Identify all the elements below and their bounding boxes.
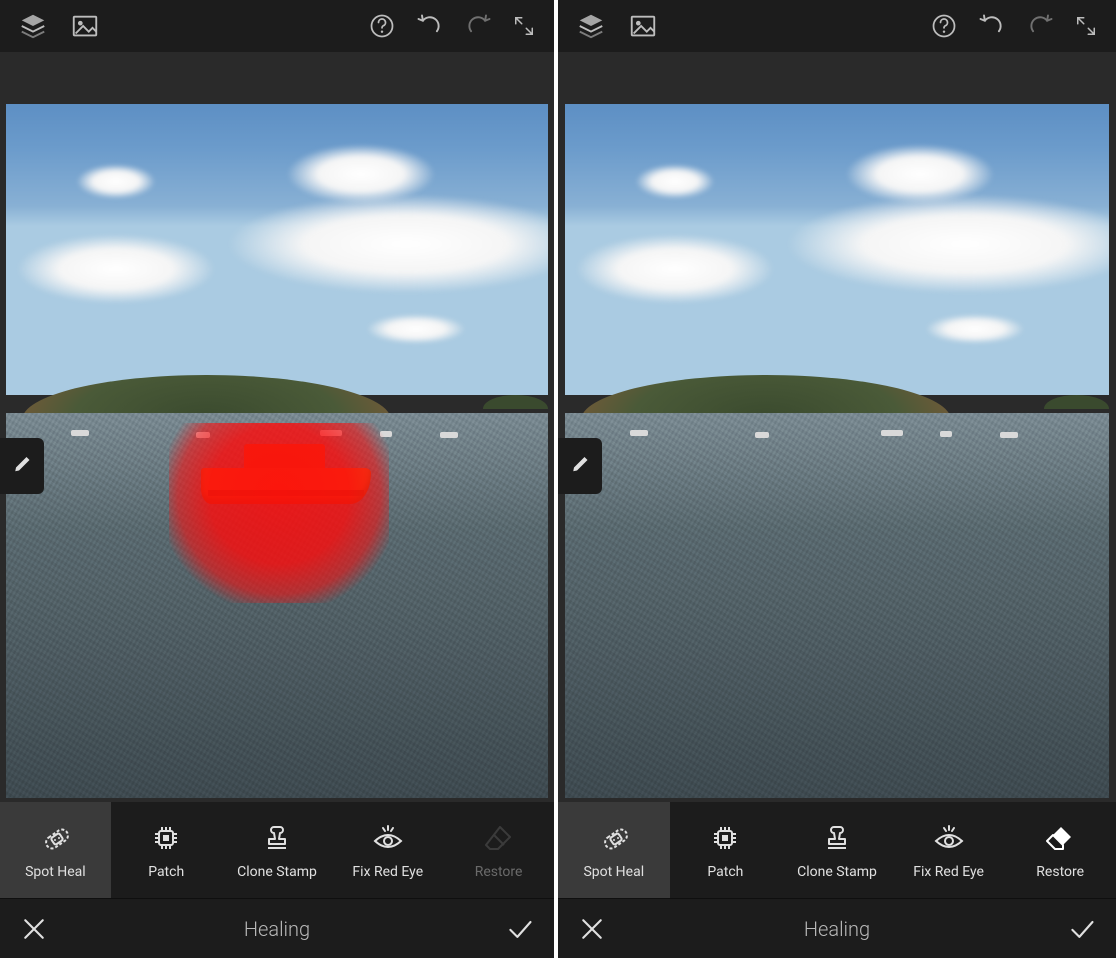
- top-toolbar: [0, 0, 554, 52]
- tool-fix-red-eye[interactable]: Fix Red Eye: [332, 802, 443, 898]
- stamp-icon: [820, 820, 854, 856]
- cancel-button[interactable]: [578, 915, 606, 943]
- bottom-bar: Healing: [558, 898, 1116, 958]
- chip-icon: [149, 820, 183, 856]
- tool-patch[interactable]: Patch: [111, 802, 222, 898]
- eraser-icon: [1043, 820, 1077, 856]
- eraser-icon: [482, 820, 516, 856]
- tool-label: Restore: [1036, 864, 1084, 880]
- redo-icon[interactable]: [1024, 12, 1058, 40]
- tool-spot-heal[interactable]: Spot Heal: [558, 802, 670, 898]
- bandage-icon: [38, 820, 72, 856]
- tool-label: Clone Stamp: [797, 864, 877, 880]
- stamp-icon: [260, 820, 294, 856]
- chip-icon: [708, 820, 742, 856]
- mode-title: Healing: [606, 917, 1068, 941]
- help-icon[interactable]: [930, 12, 958, 40]
- tool-clone-stamp[interactable]: Clone Stamp: [781, 802, 893, 898]
- redeye-icon: [371, 820, 405, 856]
- photo[interactable]: [6, 104, 548, 798]
- tool-label: Restore: [475, 864, 523, 880]
- tool-row: Spot Heal Patch Clone Stamp Fix Red Eye …: [0, 802, 554, 898]
- tool-label: Spot Heal: [25, 864, 86, 880]
- top-toolbar: [558, 0, 1116, 52]
- image-icon[interactable]: [70, 11, 100, 41]
- tool-patch[interactable]: Patch: [670, 802, 782, 898]
- expand-icon[interactable]: [512, 14, 536, 38]
- panel-right: Spot Heal Patch Clone Stamp Fix Red Eye …: [558, 0, 1116, 958]
- layers-icon[interactable]: [18, 11, 48, 41]
- tool-restore: Restore: [443, 802, 554, 898]
- photo[interactable]: [565, 104, 1109, 798]
- undo-icon[interactable]: [974, 12, 1008, 40]
- tool-restore[interactable]: Restore: [1004, 802, 1116, 898]
- bandage-icon: [597, 820, 631, 856]
- brush-settings-tab[interactable]: [0, 438, 44, 494]
- tool-label: Patch: [707, 864, 743, 880]
- boat-object: [201, 444, 371, 504]
- tool-label: Spot Heal: [583, 864, 644, 880]
- panel-left: Spot Heal Patch Clone Stamp Fix Red Eye …: [0, 0, 558, 958]
- expand-icon[interactable]: [1074, 14, 1098, 38]
- redeye-icon: [932, 820, 966, 856]
- undo-icon[interactable]: [412, 12, 446, 40]
- tool-label: Patch: [148, 864, 184, 880]
- tool-spot-heal[interactable]: Spot Heal: [0, 802, 111, 898]
- tool-clone-stamp[interactable]: Clone Stamp: [222, 802, 333, 898]
- confirm-button[interactable]: [506, 915, 534, 943]
- canvas[interactable]: [558, 52, 1116, 802]
- tool-row: Spot Heal Patch Clone Stamp Fix Red Eye …: [558, 802, 1116, 898]
- tool-fix-red-eye[interactable]: Fix Red Eye: [893, 802, 1005, 898]
- help-icon[interactable]: [368, 12, 396, 40]
- tool-label: Clone Stamp: [237, 864, 317, 880]
- tool-label: Fix Red Eye: [352, 864, 423, 880]
- image-icon[interactable]: [628, 11, 658, 41]
- bottom-bar: Healing: [0, 898, 554, 958]
- mode-title: Healing: [48, 917, 506, 941]
- cancel-button[interactable]: [20, 915, 48, 943]
- canvas[interactable]: [0, 52, 554, 802]
- tool-label: Fix Red Eye: [913, 864, 984, 880]
- layers-icon[interactable]: [576, 11, 606, 41]
- redo-icon[interactable]: [462, 12, 496, 40]
- brush-settings-tab[interactable]: [558, 438, 602, 494]
- confirm-button[interactable]: [1068, 915, 1096, 943]
